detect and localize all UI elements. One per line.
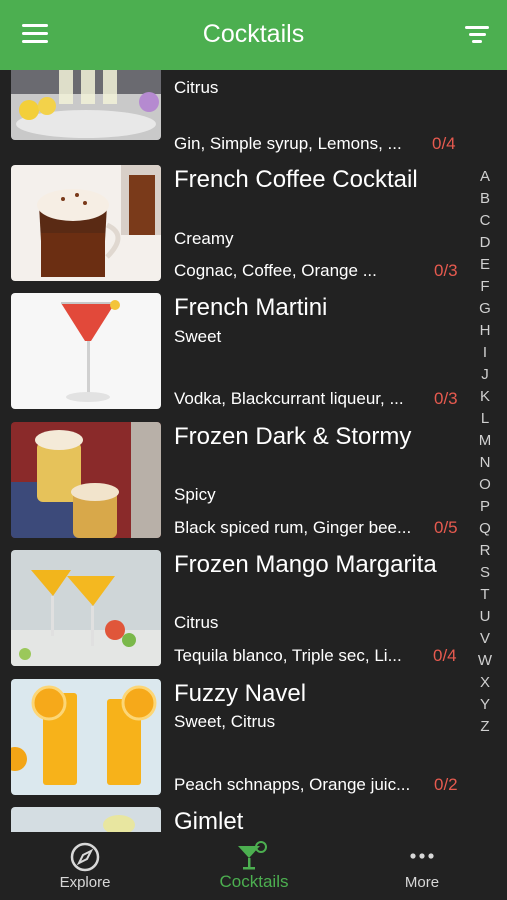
alphabet-letter[interactable]: R	[475, 540, 495, 562]
cocktail-thumbnail	[11, 293, 161, 409]
ingredient-count: 0/4	[432, 134, 456, 153]
ingredients-label: Black spiced rum, Ginger bee...	[174, 518, 412, 537]
list-item[interactable]: Frozen Mango Margarita Citrus Tequila bl…	[0, 550, 470, 678]
alphabet-letter[interactable]: G	[475, 298, 495, 320]
ingredient-count: 0/3	[434, 389, 458, 408]
alphabet-letter[interactable]: J	[475, 364, 495, 386]
compass-icon	[70, 842, 100, 872]
ingredients-label: Cognac, Coffee, Orange ...	[174, 261, 377, 280]
alphabet-letter[interactable]: Z	[475, 716, 495, 738]
ingredients-label: Peach schnapps, Orange juic...	[174, 775, 411, 794]
cocktail-thumbnail	[11, 70, 161, 140]
alphabet-letter[interactable]: M	[475, 430, 495, 452]
ingredient-count: 0/4	[433, 646, 457, 665]
cocktail-thumbnail	[11, 550, 161, 666]
tab-explore[interactable]: Explore	[15, 832, 155, 900]
alphabet-letter[interactable]: E	[475, 254, 495, 276]
list-item[interactable]: Fuzzy Navel Sweet, Citrus Peach schnapps…	[0, 679, 470, 807]
tab-label: Explore	[59, 874, 111, 891]
bottom-tab-bar: Explore Cocktails More	[0, 832, 507, 900]
alphabet-letter[interactable]: Y	[475, 694, 495, 716]
cocktail-name: French Coffee Cocktail	[174, 166, 418, 193]
cocktail-name: Fuzzy Navel	[174, 680, 307, 707]
list-item[interactable]: Gimlet	[0, 807, 470, 832]
flavor-label: Citrus	[174, 613, 219, 632]
alphabet-letter[interactable]: D	[475, 232, 495, 254]
alphabet-letter[interactable]: F	[475, 276, 495, 298]
alphabet-letter[interactable]: S	[475, 562, 495, 584]
list-item[interactable]: Citrus Gin, Simple syrup, Lemons, ... 0/…	[0, 70, 470, 153]
list-item[interactable]: French Coffee Cocktail Creamy Cognac, Co…	[0, 165, 470, 293]
cocktail-name: French Martini	[174, 294, 328, 321]
alphabet-letter[interactable]: U	[475, 606, 495, 628]
alphabet-letter[interactable]: V	[475, 628, 495, 650]
ingredient-count: 0/2	[434, 775, 458, 794]
page-title: Cocktails	[202, 20, 305, 48]
alphabet-letter[interactable]: I	[475, 342, 495, 364]
alphabet-letter[interactable]: L	[475, 408, 495, 430]
cocktail-thumbnail	[11, 165, 161, 281]
alphabet-letter[interactable]: O	[475, 474, 495, 496]
alphabet-letter[interactable]: N	[475, 452, 495, 474]
tab-label: Cocktails	[219, 872, 289, 891]
ingredient-count: 0/3	[434, 261, 458, 280]
flavor-label: Creamy	[174, 229, 234, 248]
tab-label: More	[404, 874, 440, 891]
cocktail-thumbnail	[11, 807, 161, 832]
alphabet-letter[interactable]: P	[475, 496, 495, 518]
cocktail-name: Gimlet	[174, 808, 244, 832]
cocktail-glass-icon	[238, 841, 267, 870]
alphabet-letter[interactable]: B	[475, 188, 495, 210]
cocktail-name: Frozen Dark & Stormy	[174, 423, 412, 450]
alphabet-letter[interactable]: H	[475, 320, 495, 342]
flavor-label: Citrus	[174, 78, 219, 97]
tab-more[interactable]: More	[352, 832, 492, 900]
app-header: Cocktails	[0, 0, 507, 70]
alphabet-letter[interactable]: W	[475, 650, 495, 672]
ingredients-label: Vodka, Blackcurrant liqueur, ...	[174, 389, 404, 408]
alphabet-index[interactable]: A B C D E F G H I J K L M N O P Q R S T …	[475, 166, 495, 738]
filter-icon[interactable]	[465, 26, 489, 46]
ingredients-label: Gin, Simple syrup, Lemons, ...	[174, 134, 402, 153]
alphabet-letter[interactable]: Q	[475, 518, 495, 540]
cocktail-name: Frozen Mango Margarita	[174, 551, 437, 578]
alphabet-letter[interactable]: X	[475, 672, 495, 694]
list-item[interactable]: Frozen Dark & Stormy Spicy Black spiced …	[0, 422, 470, 550]
list-item[interactable]: French Martini Sweet Vodka, Blackcurrant…	[0, 293, 470, 421]
ingredients-label: Tequila blanco, Triple sec, Li...	[174, 646, 402, 665]
cocktail-list[interactable]: Citrus Gin, Simple syrup, Lemons, ... 0/…	[0, 70, 507, 832]
alphabet-letter[interactable]: A	[475, 166, 495, 188]
flavor-label: Spicy	[174, 485, 216, 504]
cocktail-thumbnail	[11, 422, 161, 538]
alphabet-letter[interactable]: K	[475, 386, 495, 408]
ingredient-count: 0/5	[434, 518, 458, 537]
cocktail-thumbnail	[11, 679, 161, 795]
alphabet-letter[interactable]: C	[475, 210, 495, 232]
tab-cocktails[interactable]: Cocktails	[184, 832, 324, 900]
alphabet-letter[interactable]: T	[475, 584, 495, 606]
flavor-label: Sweet, Citrus	[174, 712, 276, 731]
flavor-label: Sweet	[174, 327, 222, 346]
more-dots-icon	[410, 853, 434, 859]
